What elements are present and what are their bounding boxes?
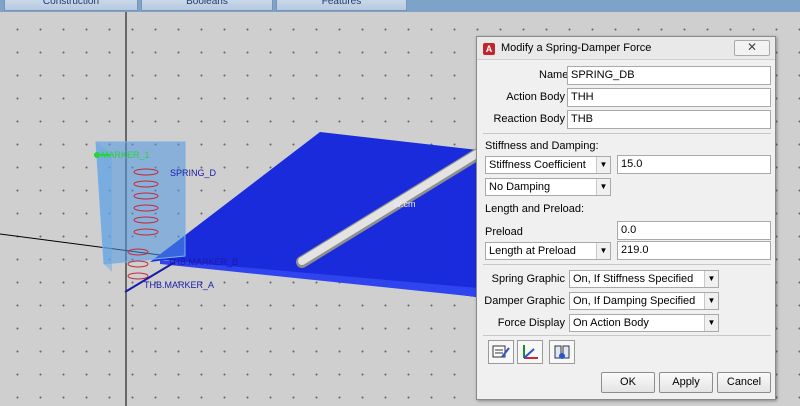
stiffness-value-field[interactable]: 15.0 — [617, 155, 771, 174]
close-icon[interactable]: ✕ — [734, 40, 770, 56]
plate-body[interactable] — [150, 132, 478, 297]
tab-features[interactable]: Features — [276, 0, 407, 11]
housing-side — [96, 142, 112, 272]
cm-label: W.cm — [393, 199, 416, 209]
chevron-down-icon: ▼ — [704, 315, 718, 331]
dialog-titlebar[interactable]: A Modify a Spring-Damper Force ✕ — [477, 37, 775, 60]
chevron-down-icon: ▼ — [596, 157, 610, 173]
reaction-body-label: Reaction Body — [493, 113, 565, 125]
preload-label: Preload — [485, 226, 523, 238]
force-display-select[interactable]: On Action Body ▼ — [569, 314, 719, 332]
chevron-down-icon: ▼ — [596, 243, 610, 259]
edit-table-icon[interactable] — [488, 340, 514, 364]
dialog-title: Modify a Spring-Damper Force — [501, 42, 652, 54]
spring-graphic-select[interactable]: On, If Stiffness Specified ▼ — [569, 270, 719, 288]
spring-damper-dialog: A Modify a Spring-Damper Force ✕ Name SP… — [476, 36, 776, 400]
spring-graphic-label: Spring Graphic — [491, 273, 565, 285]
length-select[interactable]: Length at Preload ▼ — [485, 242, 611, 260]
name-field[interactable]: SPRING_DB — [567, 66, 771, 85]
reaction-body-field[interactable]: THB — [567, 110, 771, 129]
coordinate-axes-icon[interactable] — [517, 340, 543, 364]
name-label: Name — [539, 69, 569, 81]
marker-top-label: MARKER_1 — [101, 150, 150, 160]
app-icon: A — [483, 43, 495, 55]
chevron-down-icon: ▼ — [704, 271, 718, 287]
stiffness-select[interactable]: Stiffness Coefficient ▼ — [485, 156, 611, 174]
action-body-label: Action Body — [506, 91, 565, 103]
action-body-field[interactable]: THH — [567, 88, 771, 107]
damping-select[interactable]: No Damping ▼ — [485, 178, 611, 196]
damper-graphic-select[interactable]: On, If Damping Specified ▼ — [569, 292, 719, 310]
toolbar-strip: Construction Booleans Features — [0, 0, 800, 12]
length-section-label: Length and Preload: — [485, 203, 585, 215]
marker-origin — [94, 152, 100, 158]
stiffness-section-label: Stiffness and Damping: — [485, 140, 599, 152]
apply-button[interactable]: Apply — [659, 372, 713, 393]
tab-construction[interactable]: Construction — [4, 0, 138, 11]
marker-d-label: SPRING_D — [170, 168, 217, 178]
length-value-field[interactable]: 219.0 — [617, 241, 771, 260]
cancel-button[interactable]: Cancel — [717, 372, 771, 393]
ok-button[interactable]: OK — [601, 372, 655, 393]
damper-graphic-label: Damper Graphic — [484, 295, 565, 307]
separator — [483, 133, 771, 134]
preload-field[interactable]: 0.0 — [617, 221, 771, 240]
marker-a-label: THB.MARKER_A — [144, 280, 215, 290]
marker-b-label: THB.MARKER_B — [168, 257, 239, 267]
separator — [483, 264, 771, 265]
separator — [483, 335, 771, 336]
tab-booleans[interactable]: Booleans — [141, 0, 273, 11]
chevron-down-icon: ▼ — [704, 293, 718, 309]
force-display-label: Force Display — [497, 317, 565, 329]
chevron-down-icon: ▼ — [596, 179, 610, 195]
measure-icon[interactable] — [549, 340, 575, 364]
